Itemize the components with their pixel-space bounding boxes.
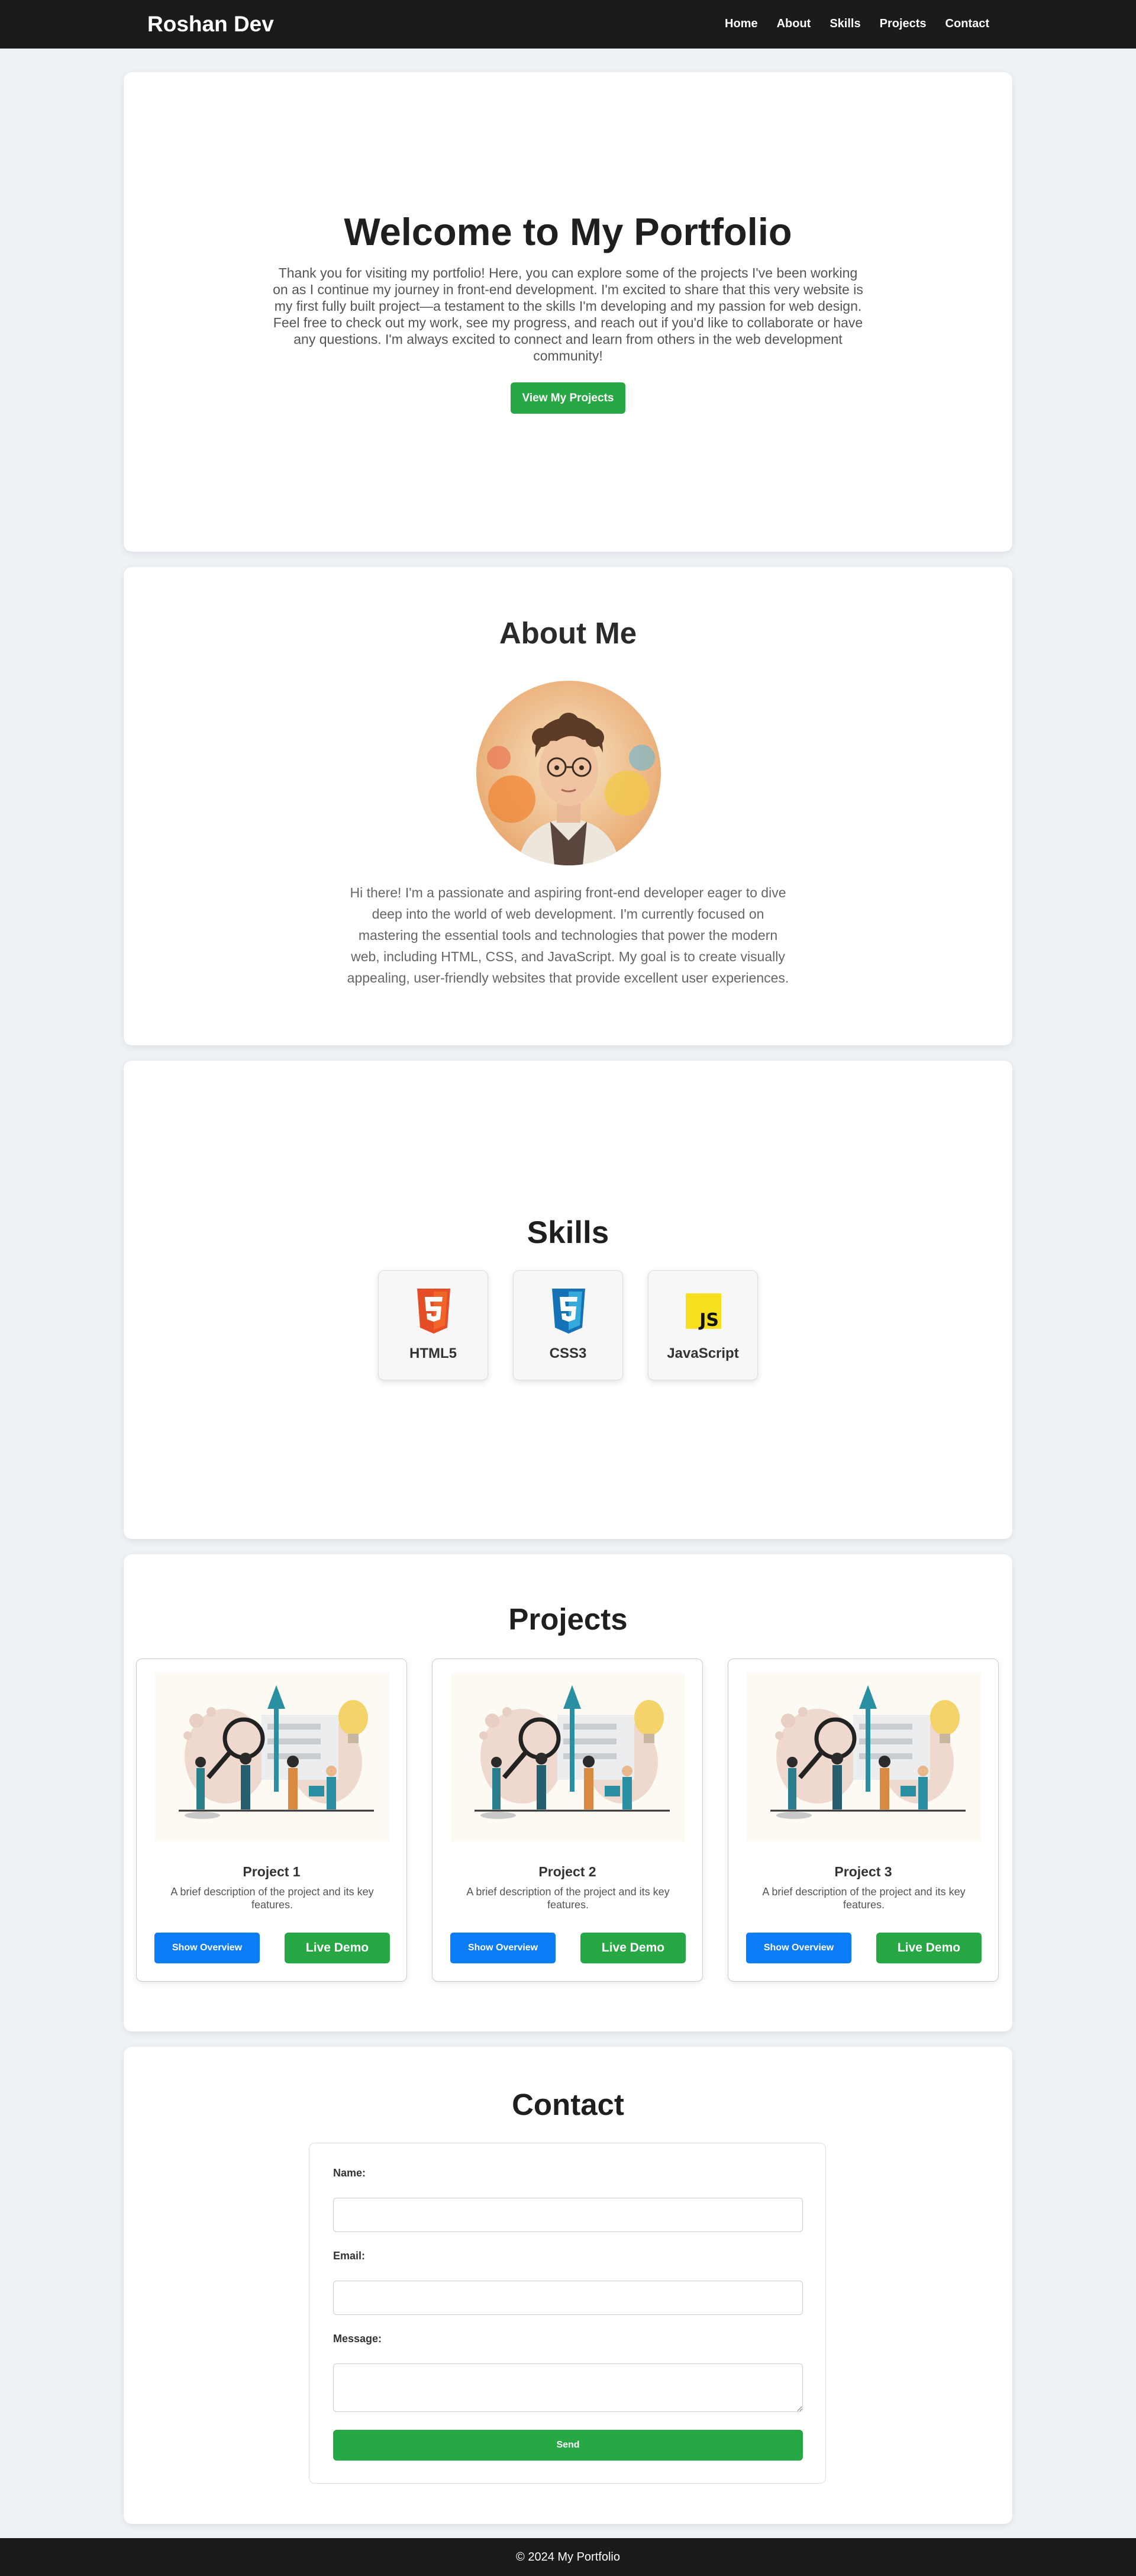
project-card: Project 3 A brief description of the pro… — [728, 1659, 999, 1982]
name-label: Name: — [333, 2167, 366, 2179]
avatar-illustration — [476, 681, 661, 865]
javascript-icon: JS — [686, 1293, 721, 1331]
project-title: Project 1 — [243, 1864, 301, 1879]
show-overview-button[interactable]: Show Overview — [450, 1933, 556, 1963]
show-overview-button[interactable]: Show Overview — [746, 1933, 851, 1963]
projects-title: Projects — [508, 1602, 628, 1636]
skills-section: Skills HTML5 CSS3 JS JavaScript — [124, 1061, 1012, 1539]
name-field[interactable] — [333, 2198, 803, 2232]
project-title: Project 3 — [834, 1864, 892, 1879]
avatar — [476, 681, 661, 865]
svg-text:JS: JS — [698, 1310, 719, 1331]
contact-form: Name: Email: Message: Send — [309, 2143, 826, 2484]
contact-title: Contact — [512, 2088, 624, 2121]
project-title: Project 2 — [538, 1864, 596, 1879]
live-demo-button[interactable]: Live Demo — [876, 1933, 982, 1963]
project-card: Project 1 A brief description of the pro… — [136, 1659, 407, 1982]
skill-label: CSS3 — [549, 1345, 587, 1361]
navbar: Roshan Dev Home About Skills Projects Co… — [0, 0, 1136, 49]
show-overview-button[interactable]: Show Overview — [154, 1933, 260, 1963]
project-thumbnail — [747, 1673, 981, 1841]
skill-card-javascript: JS JavaScript — [648, 1270, 758, 1380]
projects-section: Projects Project 1 A brief description o… — [124, 1554, 1012, 2031]
project-thumbnail — [451, 1673, 685, 1841]
project-thumbnail — [155, 1673, 389, 1841]
team-illustration — [475, 1685, 670, 1819]
email-field[interactable] — [333, 2281, 803, 2315]
brand-logo-text[interactable]: Roshan Dev — [147, 12, 274, 37]
view-projects-button[interactable]: View My Projects — [511, 382, 625, 414]
about-text: Hi there! I'm a passionate and aspiring … — [347, 885, 789, 986]
hero-title: Welcome to My Portfolio — [344, 210, 792, 253]
footer-copyright: © 2024 My Portfolio — [516, 2551, 620, 2564]
project-card: Project 2 A brief description of the pro… — [432, 1659, 703, 1982]
nav-link-contact[interactable]: Contact — [945, 17, 989, 31]
team-illustration — [770, 1685, 966, 1819]
skill-label: HTML5 — [409, 1345, 457, 1361]
project-description: A brief description of the project and i… — [170, 1886, 374, 1911]
skills-title: Skills — [527, 1215, 609, 1250]
hero-section: Welcome to My Portfolio Thank you for vi… — [124, 72, 1012, 552]
email-label: Email: — [333, 2250, 366, 2262]
live-demo-button[interactable]: Live Demo — [580, 1933, 686, 1963]
skill-card-css3: CSS3 — [513, 1270, 623, 1380]
nav-link-about[interactable]: About — [777, 17, 811, 31]
skill-label: JavaScript — [667, 1345, 739, 1361]
skill-card-html5: HTML5 — [378, 1270, 488, 1380]
nav-link-skills[interactable]: Skills — [830, 17, 860, 31]
about-section: About Me Hi there! I'm a passionate and … — [124, 567, 1012, 1045]
message-field[interactable] — [333, 2364, 803, 2412]
project-description: A brief description of the project and i… — [466, 1886, 670, 1911]
nav-link-projects[interactable]: Projects — [880, 17, 927, 31]
live-demo-button[interactable]: Live Demo — [285, 1933, 390, 1963]
nav-link-home[interactable]: Home — [725, 17, 758, 31]
css3-icon — [552, 1289, 585, 1334]
project-description: A brief description of the project and i… — [762, 1886, 966, 1911]
footer: © 2024 My Portfolio — [0, 2538, 1136, 2576]
about-title: About Me — [499, 616, 637, 650]
message-label: Message: — [333, 2333, 382, 2345]
html5-icon — [417, 1289, 450, 1334]
send-button[interactable]: Send — [333, 2430, 803, 2461]
team-illustration — [179, 1685, 374, 1819]
hero-text: Thank you for visiting my portfolio! Her… — [273, 265, 863, 363]
nav-links: Home About Skills Projects Contact — [725, 17, 989, 31]
contact-section: Contact Name: Email: Message: Send — [124, 2047, 1012, 2524]
